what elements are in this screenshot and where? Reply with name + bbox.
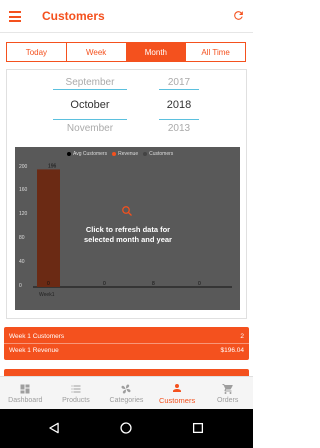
picker-divider	[159, 119, 199, 120]
tab-all-time[interactable]: All Time	[186, 43, 245, 61]
year-option-next[interactable]: 2013	[155, 123, 203, 134]
data-label: 196	[48, 163, 57, 169]
period-tabs: Today Week Month All Time	[6, 42, 246, 62]
year-selected[interactable]: 2018	[155, 99, 203, 111]
nav-categories[interactable]: Categories	[101, 377, 152, 409]
nav-products[interactable]: Products	[51, 377, 102, 409]
chart-bar[interactable]	[37, 169, 60, 287]
revenue-summary-label: Week 1 Revenue	[9, 347, 59, 354]
dashboard-icon	[20, 384, 30, 393]
data-label: 0	[103, 281, 106, 287]
nav-customers[interactable]: Customers	[152, 377, 203, 409]
data-label: 0	[198, 281, 201, 287]
nav-label: Orders	[216, 396, 239, 404]
app-header: Customers	[0, 0, 253, 33]
month-option-next[interactable]: November	[45, 123, 135, 134]
recents-icon[interactable]	[191, 421, 205, 435]
month-report-card: September October November 2017 2018 201…	[6, 69, 247, 319]
picker-divider	[53, 89, 127, 90]
month-selected[interactable]: October	[45, 99, 135, 111]
back-icon[interactable]	[47, 421, 61, 435]
tab-week[interactable]: Week	[66, 43, 127, 61]
cart-icon	[222, 383, 233, 394]
person-icon	[173, 383, 182, 392]
data-label: 0	[47, 281, 50, 287]
picker-divider	[53, 119, 127, 120]
search-icon[interactable]	[121, 205, 133, 217]
x-category-label: Week1	[39, 292, 55, 298]
nav-label: Dashboard	[8, 396, 43, 404]
tab-month[interactable]: Month	[126, 43, 187, 61]
customers-chart[interactable]: Avg Customers Revenue Customers 200 160 …	[15, 147, 240, 310]
refresh-prompt[interactable]: Click to refresh data for selected month…	[73, 225, 183, 245]
year-picker[interactable]: 2017 2018 2013	[155, 70, 203, 140]
tab-today[interactable]: Today	[7, 43, 67, 61]
fan-icon	[121, 384, 131, 393]
list-icon	[71, 385, 81, 392]
refresh-icon[interactable]	[232, 9, 245, 22]
home-icon[interactable]	[119, 421, 133, 435]
nav-label: Products	[62, 396, 90, 404]
bottom-navigation: Dashboard Products Categories Customers …	[0, 376, 253, 409]
nav-label: Categories	[109, 396, 144, 404]
month-picker[interactable]: September October November	[45, 70, 135, 140]
customers-summary-value: 2	[240, 333, 244, 340]
nav-orders[interactable]: Orders	[202, 377, 253, 409]
week-summary: Week 1 Customers 2 Week 1 Revenue $196.0…	[4, 327, 249, 360]
nav-label: Customers	[158, 395, 196, 405]
picker-divider	[159, 89, 199, 90]
year-option-previous[interactable]: 2017	[155, 77, 203, 88]
system-navigation-bar	[0, 409, 253, 448]
revenue-summary-value: $196.04	[220, 347, 245, 354]
page-title: Customers	[42, 9, 105, 23]
summary-divider	[4, 343, 249, 344]
hamburger-menu-icon[interactable]	[9, 11, 21, 22]
nav-dashboard[interactable]: Dashboard	[0, 377, 51, 409]
month-option-previous[interactable]: September	[45, 77, 135, 88]
data-label: 8	[152, 281, 155, 287]
customers-summary-label: Week 1 Customers	[9, 333, 65, 340]
